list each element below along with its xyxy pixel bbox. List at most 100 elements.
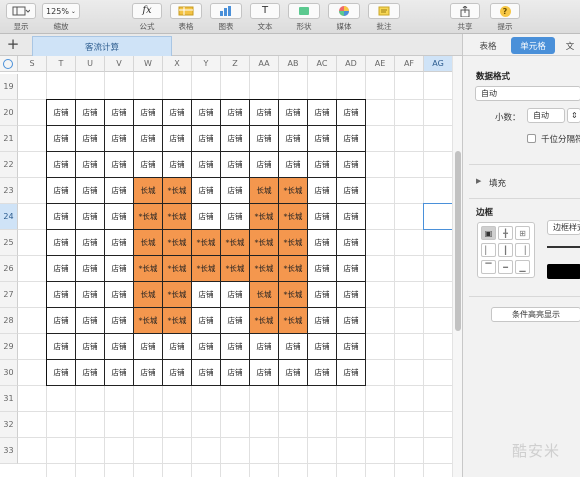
row-header-30[interactable]: 30 [0, 360, 18, 386]
table-cell[interactable]: 店铺 [221, 282, 250, 308]
spreadsheet-grid[interactable]: S T U V W X Y Z AA AB AC AD AE AF AG 19 20 21 22 23 24 25 26 27… [0, 56, 452, 477]
column-header-s[interactable]: S [18, 56, 47, 72]
table-cell[interactable]: 长城 [250, 282, 279, 308]
thousands-separator-checkbox[interactable] [527, 134, 536, 143]
border-horizontal-icon[interactable]: ━ [498, 260, 513, 274]
table-cell[interactable]: 店铺 [221, 360, 250, 386]
table-cell[interactable]: 店铺 [279, 334, 308, 360]
table-cell[interactable]: 店铺 [105, 178, 134, 204]
table-cell[interactable]: 店铺 [105, 204, 134, 230]
row-header-32[interactable]: 32 [0, 412, 18, 438]
table-cell[interactable]: *长城 [250, 256, 279, 282]
table-cell[interactable]: *长城 [221, 230, 250, 256]
table-cell[interactable]: 店铺 [105, 334, 134, 360]
table-cell[interactable]: 店铺 [337, 204, 366, 230]
table-cell[interactable]: 店铺 [250, 360, 279, 386]
table-cell[interactable]: 店铺 [47, 256, 76, 282]
column-header-w[interactable]: W [134, 56, 163, 72]
tab-table[interactable]: 表格 [467, 37, 509, 54]
zoom-select[interactable]: 125% ⌄ [42, 3, 80, 19]
table-cell[interactable]: 店铺 [134, 360, 163, 386]
formula-button[interactable]: fx 公式 [132, 3, 162, 32]
table-cell[interactable]: *长城 [163, 230, 192, 256]
row-header-25[interactable]: 25 [0, 230, 18, 256]
column-header-af[interactable]: AF [395, 56, 424, 72]
table-cell[interactable]: *长城 [279, 204, 308, 230]
table-cell[interactable]: *长城 [192, 230, 221, 256]
table-cell[interactable]: 店铺 [105, 308, 134, 334]
table-cell[interactable]: 店铺 [221, 178, 250, 204]
table-cell[interactable]: *长城 [163, 256, 192, 282]
table-cell[interactable]: 店铺 [47, 126, 76, 152]
column-header-ac[interactable]: AC [308, 56, 337, 72]
column-header-v[interactable]: V [105, 56, 134, 72]
table-cell[interactable]: 店铺 [308, 230, 337, 256]
table-cell[interactable]: 店铺 [279, 152, 308, 178]
table-cell[interactable]: 店铺 [221, 204, 250, 230]
table-cell[interactable]: 店铺 [192, 178, 221, 204]
table-cell[interactable]: 店铺 [250, 152, 279, 178]
table-cell[interactable]: 店铺 [47, 308, 76, 334]
column-header-ab[interactable]: AB [279, 56, 308, 72]
column-header-u[interactable]: U [76, 56, 105, 72]
share-button[interactable]: 共享 [450, 3, 480, 32]
table-cell[interactable]: 店铺 [308, 204, 337, 230]
table-cell[interactable]: 店铺 [76, 126, 105, 152]
text-button[interactable]: T 文本 [250, 3, 280, 32]
shape-button[interactable]: 形状 [288, 3, 320, 32]
border-outer-icon[interactable]: ▣ [481, 226, 496, 240]
table-cell[interactable]: 店铺 [192, 360, 221, 386]
table-cell[interactable]: 店铺 [134, 126, 163, 152]
table-cell[interactable]: 店铺 [308, 126, 337, 152]
table-cell[interactable]: 店铺 [250, 126, 279, 152]
table-cell[interactable]: 店铺 [163, 100, 192, 126]
table-cell[interactable]: 店铺 [308, 152, 337, 178]
table-cell[interactable]: *长城 [163, 204, 192, 230]
view-button[interactable]: 显示 [6, 3, 36, 32]
table-cell[interactable]: 店铺 [76, 282, 105, 308]
table-cell[interactable]: 店铺 [308, 100, 337, 126]
table-cell[interactable]: 店铺 [47, 204, 76, 230]
table-cell[interactable]: *长城 [279, 178, 308, 204]
table-cell[interactable]: 店铺 [47, 282, 76, 308]
table-cell[interactable]: 店铺 [221, 152, 250, 178]
decimals-stepper[interactable]: ⇕ [567, 108, 580, 123]
table-cell[interactable]: 店铺 [47, 152, 76, 178]
table-cell[interactable]: 店铺 [279, 360, 308, 386]
border-line-preview[interactable] [547, 246, 580, 248]
table-cell[interactable]: 店铺 [337, 256, 366, 282]
table-cell[interactable]: 店铺 [134, 334, 163, 360]
table-cell[interactable]: 店铺 [105, 100, 134, 126]
table-cell[interactable]: 店铺 [308, 256, 337, 282]
media-button[interactable]: 媒体 [328, 3, 360, 32]
table-cell[interactable]: 店铺 [76, 100, 105, 126]
table-cell[interactable]: *长城 [163, 308, 192, 334]
table-cell[interactable]: 店铺 [105, 230, 134, 256]
table-cell[interactable]: 店铺 [337, 334, 366, 360]
table-cell[interactable]: *长城 [134, 256, 163, 282]
table-cell[interactable]: 店铺 [47, 230, 76, 256]
table-cell[interactable]: 店铺 [76, 334, 105, 360]
column-header-t[interactable]: T [47, 56, 76, 72]
table-cell[interactable]: 店铺 [308, 282, 337, 308]
border-vertical-icon[interactable]: ┃ [498, 243, 513, 257]
column-header-x[interactable]: X [163, 56, 192, 72]
table-cell[interactable]: 店铺 [192, 334, 221, 360]
table-cell[interactable]: 店铺 [47, 360, 76, 386]
table-cell[interactable]: 店铺 [76, 256, 105, 282]
table-cell[interactable]: 店铺 [163, 360, 192, 386]
table-cell[interactable]: 店铺 [337, 178, 366, 204]
row-header-33[interactable]: 33 [0, 438, 18, 464]
table-cell[interactable]: 店铺 [105, 152, 134, 178]
table-cell[interactable]: *长城 [279, 230, 308, 256]
table-cell[interactable]: 店铺 [221, 308, 250, 334]
table-cell[interactable]: 店铺 [250, 100, 279, 126]
border-inner-icon[interactable]: ╋ [498, 226, 513, 240]
table-cell[interactable]: *长城 [279, 282, 308, 308]
table-cell[interactable]: 店铺 [337, 282, 366, 308]
table-cell[interactable]: 店铺 [134, 152, 163, 178]
table-cell[interactable]: 店铺 [47, 334, 76, 360]
chart-button[interactable]: 图表 [210, 3, 242, 32]
fill-label[interactable]: 填充 [489, 177, 506, 189]
column-header-ad[interactable]: AD [337, 56, 366, 72]
